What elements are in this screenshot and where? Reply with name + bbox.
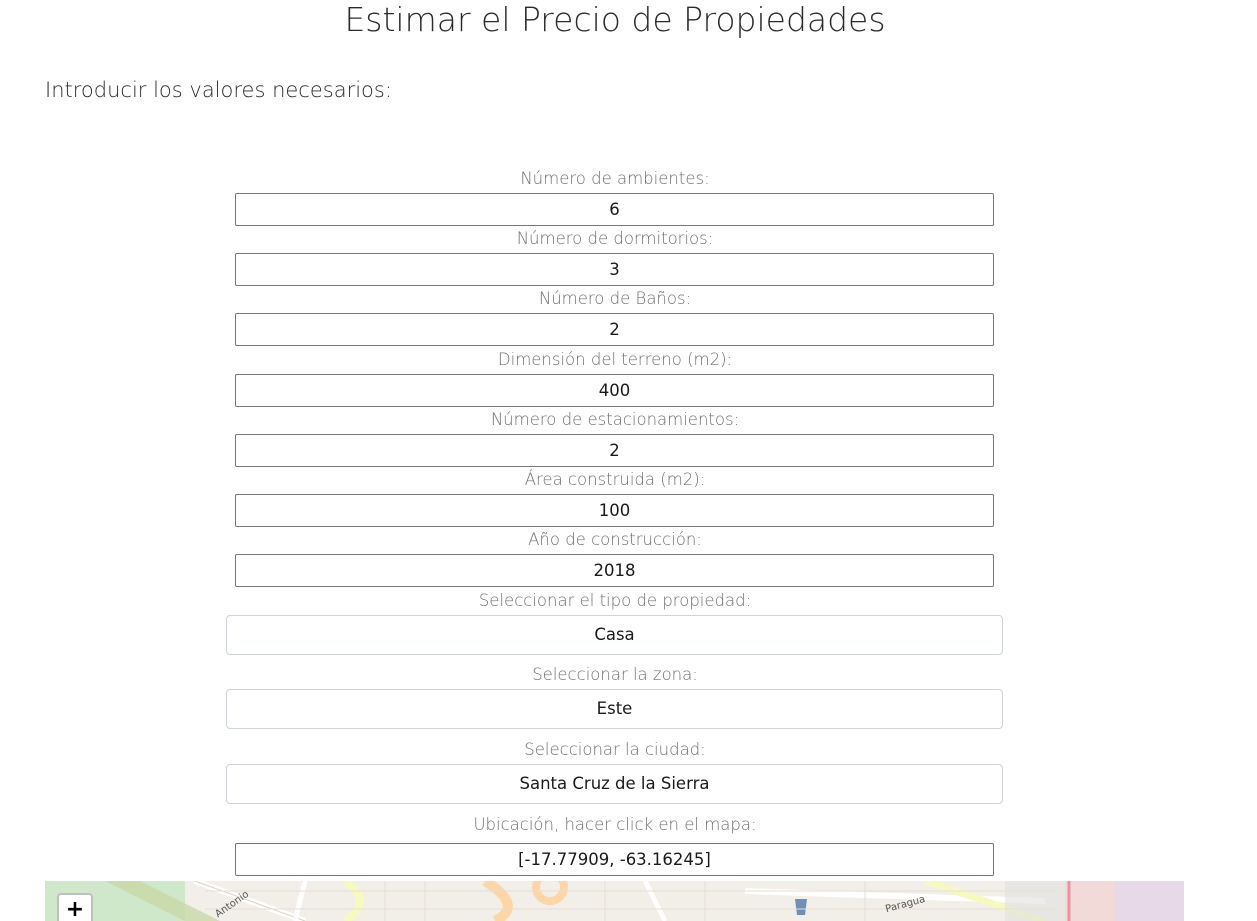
location-map[interactable]: Antonio Paragua + bbox=[45, 881, 1184, 921]
label-banos: Número de Baños: bbox=[538, 289, 692, 308]
area-input[interactable] bbox=[235, 494, 994, 527]
label-ubicacion: Ubicación, hacer click en el mapa: bbox=[473, 815, 757, 834]
ciudad-select[interactable]: Santa Cruz de la Sierra bbox=[226, 764, 1003, 804]
zoom-in-button[interactable]: + bbox=[57, 893, 93, 921]
dormitorios-input[interactable] bbox=[235, 253, 994, 286]
tipo-select[interactable]: Casa bbox=[226, 615, 1003, 655]
page-title: Estimar el Precio de Propiedades bbox=[344, 0, 886, 39]
label-tipo: Seleccionar el tipo de propiedad: bbox=[478, 591, 752, 610]
label-ambientes: Número de ambientes: bbox=[520, 169, 710, 188]
label-ciudad: Seleccionar la ciudad: bbox=[524, 740, 706, 759]
zona-select[interactable]: Este bbox=[226, 689, 1003, 729]
anio-input[interactable] bbox=[235, 554, 994, 587]
label-zona: Seleccionar la zona: bbox=[532, 665, 698, 684]
ambientes-input[interactable] bbox=[235, 193, 994, 226]
intro-text: Introducir los valores necesarios: bbox=[45, 78, 392, 102]
banos-input[interactable] bbox=[235, 313, 994, 346]
terreno-input[interactable] bbox=[235, 374, 994, 407]
label-estacionamientos: Número de estacionamientos: bbox=[490, 410, 740, 429]
label-area: Área construida (m2): bbox=[524, 470, 706, 489]
estacionamientos-input[interactable] bbox=[235, 434, 994, 467]
label-terreno: Dimensión del terreno (m2): bbox=[497, 350, 733, 369]
ubicacion-input[interactable] bbox=[235, 843, 994, 876]
label-anio: Año de construcción: bbox=[528, 530, 702, 549]
label-dormitorios: Número de dormitorios: bbox=[516, 229, 714, 248]
